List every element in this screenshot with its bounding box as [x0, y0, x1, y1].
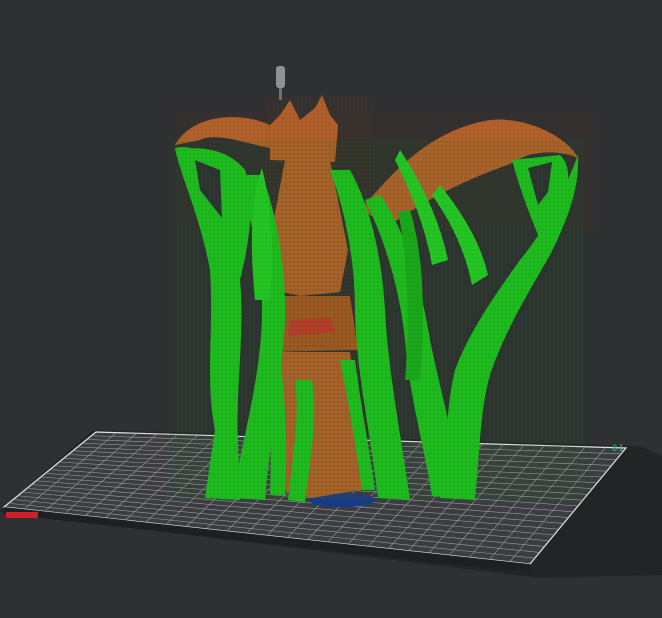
- tree-supports: [170, 140, 585, 502]
- plate-number-label: 01: [612, 444, 625, 454]
- scene-canvas[interactable]: [0, 0, 662, 618]
- 3d-viewport[interactable]: 01: [0, 0, 662, 618]
- origin-marker-icon: [6, 512, 38, 518]
- nozzle-icon: [276, 66, 285, 100]
